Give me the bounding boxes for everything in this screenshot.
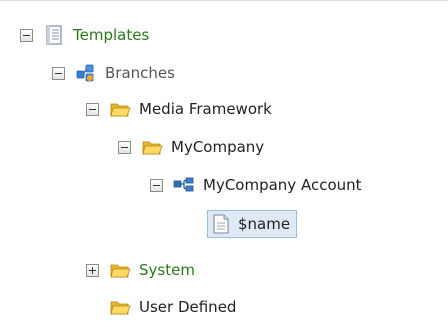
tree-node-branches[interactable]: Branches	[52, 59, 177, 87]
tree-node-mycompany[interactable]: MyCompany	[118, 133, 266, 161]
tree-node-label: User Defined	[139, 298, 237, 316]
branches-icon	[75, 63, 97, 83]
tree-node-user-defined[interactable]: User Defined	[86, 293, 238, 321]
content-tree: Templates Branches Media Framework MyCom…	[0, 0, 448, 327]
collapse-toggle[interactable]	[150, 178, 163, 192]
selected-node-highlight[interactable]: $name	[207, 210, 298, 238]
document-icon	[210, 214, 232, 234]
tree-node-label: Templates	[73, 26, 150, 44]
collapse-toggle[interactable]	[118, 140, 131, 154]
tree-node-label: System	[139, 261, 195, 279]
tree-node-label: Branches	[105, 64, 175, 82]
folder-icon	[109, 297, 131, 317]
expand-toggle[interactable]	[86, 263, 99, 277]
tree-node-label: MyCompany	[171, 138, 265, 156]
tree-node-label: MyCompany Account	[203, 176, 362, 194]
tree-node-media-framework[interactable]: Media Framework	[86, 95, 274, 123]
tree-node-name[interactable]: $name	[207, 210, 298, 238]
collapse-toggle[interactable]	[52, 66, 65, 80]
tree-node-label: Media Framework	[139, 100, 272, 118]
folder-icon	[109, 99, 131, 119]
folder-icon	[141, 137, 163, 157]
tree-node-label: $name	[238, 215, 291, 233]
tree-node-templates[interactable]: Templates	[20, 21, 151, 49]
collapse-toggle[interactable]	[20, 28, 33, 42]
template-icon	[43, 25, 65, 45]
tree-node-mycompany-account[interactable]: MyCompany Account	[150, 171, 364, 199]
collapse-toggle[interactable]	[86, 102, 99, 116]
tree-node-system[interactable]: System	[86, 256, 197, 284]
branch-template-icon	[173, 175, 195, 195]
folder-icon	[109, 260, 131, 280]
